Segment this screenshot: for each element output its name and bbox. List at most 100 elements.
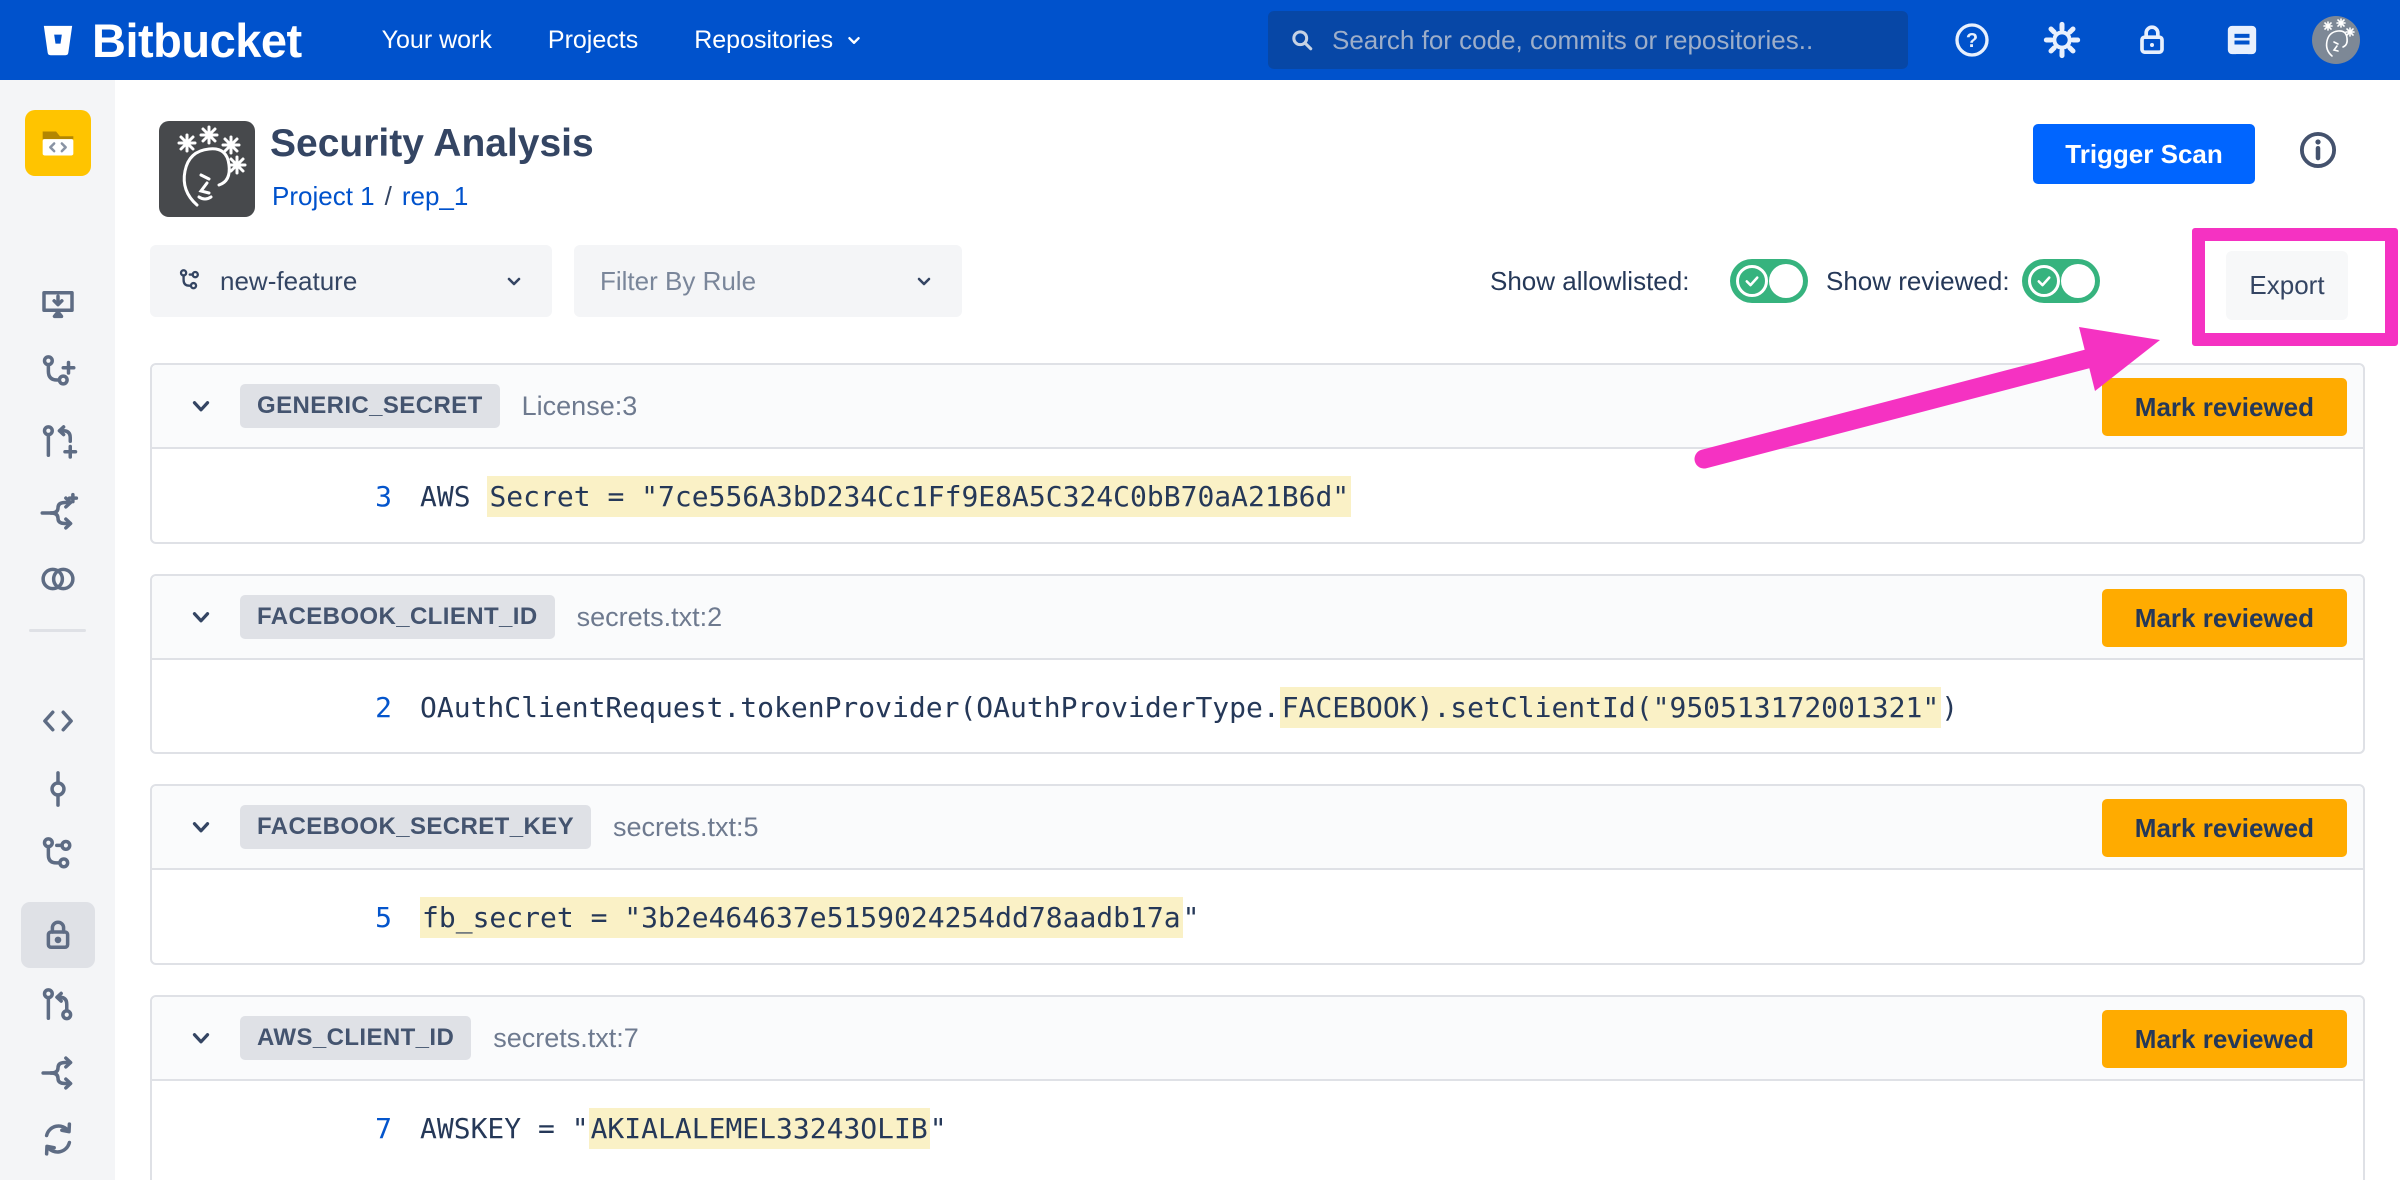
toggle-knob: [2061, 264, 2095, 298]
top-nav: Bitbucket Your work Projects Repositorie…: [0, 0, 2400, 80]
security-lock-icon[interactable]: [0, 902, 115, 968]
line-number: 7: [152, 1112, 392, 1145]
show-reviewed-label: Show reviewed:: [1826, 260, 2010, 302]
nav-link-projects[interactable]: Projects: [548, 26, 638, 55]
mark-reviewed-button[interactable]: Mark reviewed: [2102, 378, 2347, 436]
left-sidebar: [0, 80, 115, 1180]
nav-icon-group: ?: [1952, 16, 2360, 64]
rule-filter-placeholder: Filter By Rule: [600, 266, 896, 297]
bitbucket-security-analysis-page: Bitbucket Your work Projects Repositorie…: [0, 0, 2400, 1180]
toggle-knob: [1769, 264, 1803, 298]
rule-badge: GENERIC_SECRET: [240, 384, 500, 428]
show-allowlisted-label: Show allowlisted:: [1490, 260, 1689, 302]
breadcrumb-repo-link[interactable]: rep_1: [402, 181, 469, 211]
secret-highlight: fb_secret = "3b2e464637e5159024254dd78aa…: [420, 897, 1183, 938]
mark-reviewed-button[interactable]: Mark reviewed: [2102, 799, 2347, 857]
mark-reviewed-button[interactable]: Mark reviewed: [2102, 1010, 2347, 1068]
secret-highlight: FACEBOOK).setClientId("950513172001321": [1280, 687, 1941, 728]
lock-icon[interactable]: [2132, 20, 2172, 60]
sidebar-divider: [29, 629, 86, 632]
secret-highlight: AKIALALEMEL33243OLIB: [589, 1108, 930, 1149]
brand-wordmark: Bitbucket: [92, 13, 302, 68]
code-line: OAuthClientRequest.tokenProvider(OAuthPr…: [420, 691, 1958, 724]
finding-header: AWS_CLIENT_ID secrets.txt:7 Mark reviewe…: [152, 997, 2363, 1081]
search-placeholder: Search for code, commits or repositories…: [1332, 25, 1813, 56]
code-snippet: 7 AWSKEY = "AKIALALEMEL33243OLIB": [152, 1081, 2363, 1175]
bitbucket-bucket-icon: [38, 20, 78, 60]
breadcrumb-project-link[interactable]: Project 1: [272, 181, 375, 211]
project-avatar: [159, 121, 255, 217]
sync-icon[interactable]: [0, 1118, 115, 1160]
finding-card: FACEBOOK_SECRET_KEY secrets.txt:5 Mark r…: [150, 784, 2365, 965]
pipelines-icon[interactable]: [0, 558, 115, 600]
mark-reviewed-button[interactable]: Mark reviewed: [2102, 589, 2347, 647]
branch-selector-value: new-feature: [220, 266, 486, 297]
chevron-down-icon[interactable]: [188, 1025, 214, 1051]
active-item-background: [21, 902, 95, 968]
show-reviewed-toggle[interactable]: [2022, 259, 2100, 303]
line-number: 5: [152, 901, 392, 934]
compare-icon[interactable]: [0, 492, 115, 534]
chevron-down-icon[interactable]: [188, 393, 214, 419]
nav-link-repositories[interactable]: Repositories: [694, 26, 865, 55]
pull-requests-icon[interactable]: [0, 985, 115, 1027]
show-allowlisted-toggle[interactable]: [1730, 259, 1808, 303]
line-number: 3: [152, 480, 392, 513]
finding-card: AWS_CLIENT_ID secrets.txt:7 Mark reviewe…: [150, 995, 2365, 1180]
branch-selector[interactable]: new-feature: [150, 245, 552, 317]
chevron-down-icon: [912, 269, 936, 293]
gear-icon[interactable]: [2042, 20, 2082, 60]
finding-location: secrets.txt:2: [577, 602, 723, 633]
finding-card: GENERIC_SECRET License:3 Mark reviewed 3…: [150, 363, 2365, 544]
help-icon[interactable]: ?: [1952, 20, 1992, 60]
search-icon: [1288, 26, 1316, 54]
branches-icon[interactable]: [0, 834, 115, 876]
finding-location: License:3: [522, 391, 638, 422]
rule-filter-selector[interactable]: Filter By Rule: [574, 245, 962, 317]
chevron-down-icon: [502, 269, 526, 293]
chevron-down-icon: [843, 29, 865, 51]
finding-header: GENERIC_SECRET License:3 Mark reviewed: [152, 365, 2363, 449]
check-icon: [1736, 265, 1768, 297]
code-snippet: 2 OAuthClientRequest.tokenProvider(OAuth…: [152, 660, 2363, 754]
code-line: fb_secret = "3b2e464637e5159024254dd78aa…: [420, 901, 1199, 934]
user-avatar[interactable]: [2312, 16, 2360, 64]
code-line: AWS Secret = "7ce556A3bD234Cc1Ff9E8A5C32…: [420, 480, 1351, 513]
rule-badge: FACEBOOK_CLIENT_ID: [240, 595, 555, 639]
svg-text:?: ?: [1966, 30, 1978, 52]
code-line: AWSKEY = "AKIALALEMEL33243OLIB": [420, 1112, 947, 1145]
chevron-down-icon[interactable]: [188, 814, 214, 840]
trigger-scan-button[interactable]: Trigger Scan: [2033, 124, 2255, 184]
code-snippet: 3 AWS Secret = "7ce556A3bD234Cc1Ff9E8A5C…: [152, 449, 2363, 543]
forks-icon[interactable]: [0, 1052, 115, 1094]
commits-icon[interactable]: [0, 768, 115, 810]
inbox-icon[interactable]: [2222, 20, 2262, 60]
finding-location: secrets.txt:7: [493, 1023, 639, 1054]
rule-badge: FACEBOOK_SECRET_KEY: [240, 805, 591, 849]
secret-highlight: Secret = "7ce556A3bD234Cc1Ff9E8A5C324C0b…: [487, 476, 1351, 517]
create-pull-request-icon[interactable]: [0, 422, 115, 464]
breadcrumb: Project 1/rep_1: [272, 181, 468, 212]
page-title: Security Analysis: [270, 122, 594, 166]
nav-links: Your work Projects Repositories: [382, 26, 866, 55]
search-input[interactable]: Search for code, commits or repositories…: [1268, 11, 1908, 69]
finding-location: secrets.txt:5: [613, 812, 759, 843]
nav-link-your-work[interactable]: Your work: [382, 26, 492, 55]
line-number: 2: [152, 691, 392, 724]
chevron-down-icon[interactable]: [188, 604, 214, 630]
rule-badge: AWS_CLIENT_ID: [240, 1016, 471, 1060]
export-button[interactable]: Export: [2226, 251, 2348, 320]
bitbucket-logo[interactable]: Bitbucket: [38, 13, 302, 68]
source-icon[interactable]: [0, 700, 115, 742]
code-snippet: 5 fb_secret = "3b2e464637e5159024254dd78…: [152, 870, 2363, 964]
check-icon: [2028, 265, 2060, 297]
breadcrumb-separator: /: [375, 181, 402, 211]
info-icon[interactable]: [2297, 129, 2339, 176]
finding-card: FACEBOOK_CLIENT_ID secrets.txt:2 Mark re…: [150, 574, 2365, 754]
repo-avatar[interactable]: [0, 110, 115, 176]
create-branch-icon[interactable]: [0, 352, 115, 394]
finding-header: FACEBOOK_SECRET_KEY secrets.txt:5 Mark r…: [152, 786, 2363, 870]
branch-icon: [176, 267, 204, 295]
finding-header: FACEBOOK_CLIENT_ID secrets.txt:2 Mark re…: [152, 576, 2363, 660]
clone-icon[interactable]: [0, 284, 115, 326]
